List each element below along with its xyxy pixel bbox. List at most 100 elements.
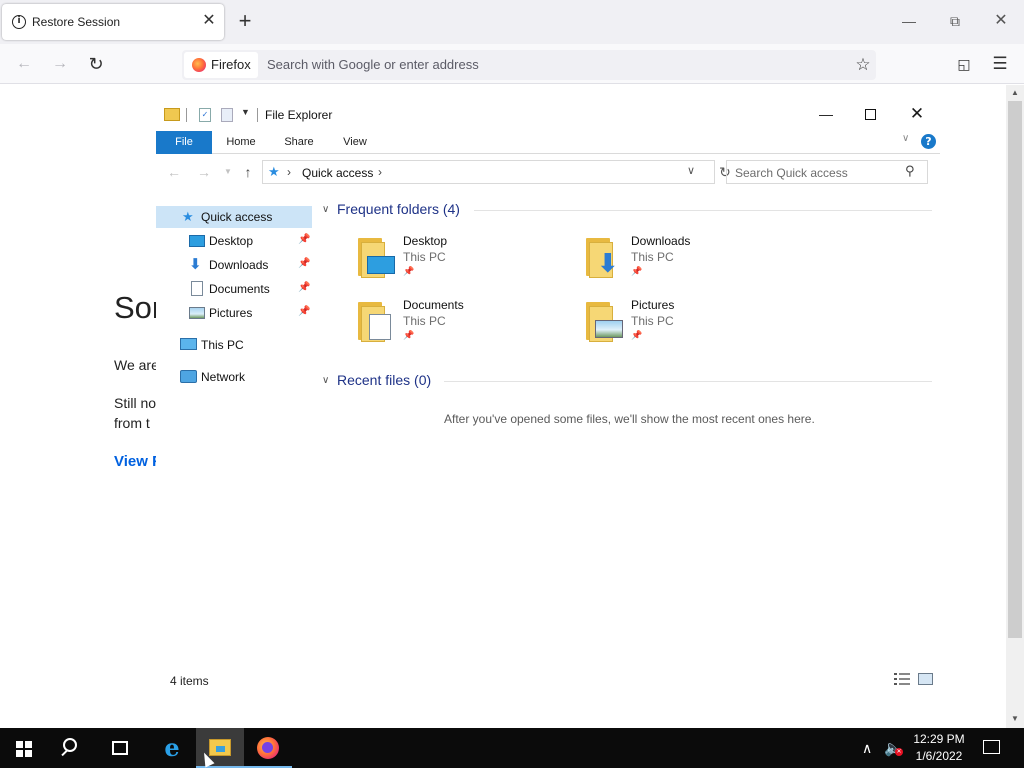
- large-icons-view-icon[interactable]: [918, 673, 933, 685]
- nav-item-label: Network: [201, 370, 246, 384]
- info-icon: i: [12, 15, 26, 29]
- address-dropdown-icon[interactable]: ∨: [687, 164, 695, 177]
- explorer-forward-button[interactable]: →: [194, 162, 214, 182]
- tab-close-icon[interactable]: ✕: [200, 12, 218, 30]
- folder-tile-pictures[interactable]: Pictures This PC 📌: [584, 298, 804, 356]
- divider: [257, 108, 258, 122]
- folder-location: This PC: [403, 250, 446, 264]
- nav-item-label: Pictures: [209, 306, 253, 320]
- recent-files-collapse-icon[interactable]: ∨: [322, 375, 329, 386]
- taskbar-firefox[interactable]: [244, 728, 292, 768]
- recent-locations-chevron-icon[interactable]: ▼: [218, 162, 238, 182]
- breadcrumb-chevron-icon[interactable]: ›: [378, 165, 382, 179]
- view-previous-link[interactable]: View F: [114, 453, 161, 470]
- scrollbar-thumb[interactable]: [1008, 101, 1022, 638]
- scroll-down-arrow-icon[interactable]: ▼: [1006, 711, 1024, 727]
- nav-item-label: This PC: [201, 338, 244, 352]
- properties-icon[interactable]: ✓: [199, 108, 211, 122]
- task-view-button[interactable]: [96, 728, 144, 768]
- up-button[interactable]: ↑: [238, 162, 258, 182]
- close-button[interactable]: ✕: [986, 8, 1016, 34]
- search-icon: ⚲: [905, 163, 915, 178]
- menu-icon[interactable]: ☰: [988, 52, 1012, 76]
- bookmark-star-icon[interactable]: ☆: [852, 52, 874, 78]
- page-scrollbar[interactable]: ▲ ▼: [1006, 85, 1024, 728]
- url-bar[interactable]: Firefox Search with Google or enter addr…: [182, 50, 876, 80]
- ribbon-tab-home[interactable]: Home: [218, 131, 264, 154]
- explorer-title: File Explorer: [265, 108, 333, 122]
- quick-access-toolbar-dropdown-icon[interactable]: ▼: [241, 107, 250, 117]
- restore-text-2: Still no from t: [114, 393, 156, 433]
- folder-tile-documents[interactable]: Documents This PC 📌: [356, 298, 576, 356]
- tab-title: Restore Session: [32, 15, 121, 29]
- nav-item-quick-access[interactable]: ★ Quick access: [156, 206, 312, 228]
- explorer-back-button[interactable]: ←: [164, 162, 184, 182]
- frequent-folders-header[interactable]: Frequent folders (4): [337, 201, 460, 217]
- taskbar-internet-explorer[interactable]: e: [148, 728, 196, 768]
- nav-item-documents[interactable]: Documents 📌: [156, 278, 312, 300]
- nav-item-downloads[interactable]: ⬇ Downloads 📌: [156, 254, 312, 276]
- minimize-button[interactable]: —: [894, 8, 924, 34]
- search-handle: [61, 749, 68, 757]
- pin-icon: 📌: [298, 234, 311, 245]
- folder-location: This PC: [631, 314, 674, 328]
- clock-time[interactable]: 12:29 PM: [912, 732, 966, 746]
- help-icon[interactable]: ?: [921, 134, 936, 149]
- firefox-logo-icon: [192, 58, 206, 72]
- reload-button[interactable]: ↻: [84, 52, 108, 76]
- nav-item-label: Desktop: [209, 234, 254, 248]
- address-bar[interactable]: ★ › Quick access › ∨: [262, 160, 715, 184]
- nav-item-pictures[interactable]: Pictures 📌: [156, 302, 312, 324]
- ribbon-expand-chevron-icon[interactable]: ∨: [902, 133, 909, 144]
- clock-date[interactable]: 1/6/2022: [912, 749, 966, 763]
- action-center-icon[interactable]: [983, 740, 1000, 754]
- nav-item-network[interactable]: Network: [156, 366, 312, 388]
- details-view-icon[interactable]: [894, 673, 910, 685]
- windows-logo-icon: [16, 741, 32, 757]
- folder-tile-desktop[interactable]: Desktop This PC 📌: [356, 234, 576, 292]
- folder-name: Pictures: [631, 298, 675, 312]
- new-tab-button[interactable]: +: [234, 8, 256, 34]
- ribbon-tab-file[interactable]: File: [156, 131, 212, 154]
- pin-icon: 📌: [631, 266, 643, 276]
- nav-item-desktop[interactable]: Desktop 📌: [156, 230, 312, 252]
- pin-icon: 📌: [403, 330, 415, 340]
- show-hidden-icons-chevron-icon[interactable]: ∧: [862, 740, 872, 757]
- explorer-close-button[interactable]: ✕: [901, 102, 933, 128]
- group-divider: [474, 210, 932, 211]
- explorer-minimize-button[interactable]: —: [811, 102, 841, 128]
- identity-box[interactable]: Firefox: [184, 52, 258, 78]
- document-icon: [191, 281, 203, 296]
- nav-item-this-pc[interactable]: This PC: [156, 334, 312, 356]
- frequent-folders-collapse-icon[interactable]: ∨: [322, 204, 329, 215]
- address-row: ← → ▼ ↑ ★ › Quick access › ∨ ↻ Search Qu…: [156, 158, 940, 186]
- breadcrumb-chevron-icon[interactable]: ›: [287, 165, 291, 179]
- scroll-up-arrow-icon[interactable]: ▲: [1006, 85, 1024, 101]
- recent-files-header[interactable]: Recent files (0): [337, 372, 431, 388]
- pin-icon: 📌: [298, 282, 311, 293]
- restore-button[interactable]: ⧉: [940, 8, 970, 34]
- folder-location: This PC: [631, 250, 674, 264]
- ribbon-tabs: File Home Share View ∨ ?: [156, 131, 940, 154]
- taskbar-search-button[interactable]: [48, 728, 96, 768]
- explorer-maximize-button[interactable]: [856, 102, 886, 128]
- restore-text-2a: Still no: [114, 395, 157, 411]
- ribbon-tab-view[interactable]: View: [332, 131, 378, 154]
- computer-icon: [180, 338, 197, 350]
- divider: [186, 108, 187, 122]
- ribbon-tab-share[interactable]: Share: [276, 131, 322, 154]
- file-explorer-icon: [209, 739, 231, 756]
- pocket-icon[interactable]: ◱: [952, 52, 976, 76]
- folder-name: Documents: [403, 298, 464, 312]
- tab-restore-session[interactable]: i Restore Session ✕: [2, 4, 224, 40]
- download-icon: ⬇: [189, 256, 202, 273]
- new-folder-icon[interactable]: [221, 108, 233, 122]
- breadcrumb-quick-access[interactable]: Quick access: [302, 166, 373, 180]
- search-box[interactable]: Search Quick access ⚲: [726, 160, 928, 184]
- explorer-title-bar: ✓ ▼ File Explorer — ✕: [156, 98, 940, 130]
- forward-button[interactable]: →: [48, 52, 72, 76]
- star-icon: ★: [182, 209, 194, 224]
- folder-tile-downloads[interactable]: ⬇ Downloads This PC 📌: [584, 234, 804, 292]
- start-button[interactable]: [0, 728, 48, 768]
- back-button[interactable]: ←: [12, 52, 36, 76]
